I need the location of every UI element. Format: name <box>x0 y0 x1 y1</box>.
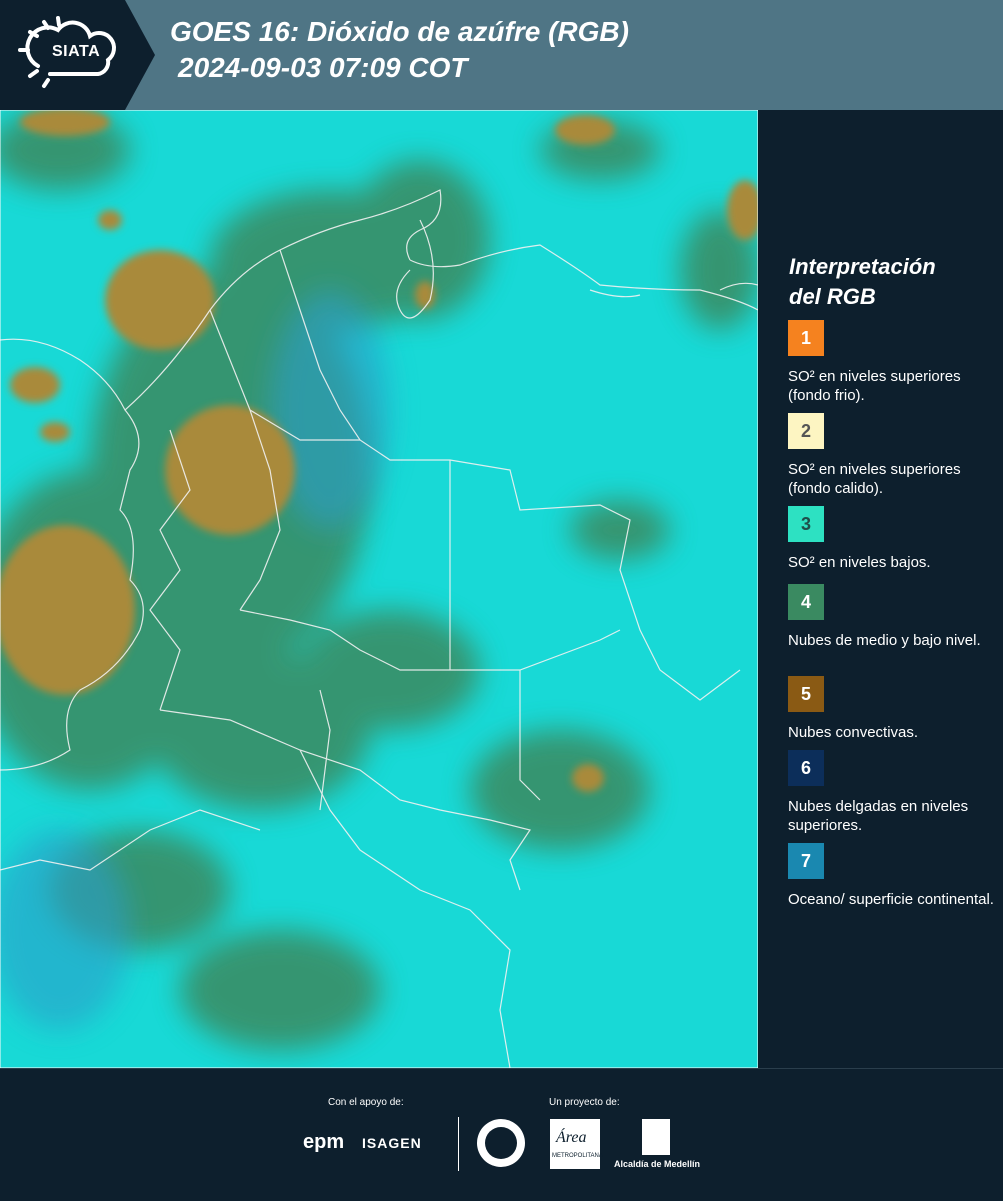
legend-item-7: 7 Oceano/ superficie continental. <box>788 843 998 909</box>
footer: Con el apoyo de: Un proyecto de: epm ISA… <box>0 1068 1003 1201</box>
legend-item-3: 3 SO² en niveles bajos. <box>788 506 998 572</box>
alcaldia-shield-icon <box>642 1119 670 1155</box>
legend-item-2: 2 SO² en niveles superiores (fondo calido… <box>788 413 998 498</box>
legend-label: Nubes de medio y bajo nivel. <box>788 632 981 649</box>
legend-swatch: 4 <box>788 584 824 620</box>
area-metropolitana-logo: Área METROPOLITANA <box>550 1119 603 1169</box>
legend-panel: Interpretación del RGB 1 SO² en niveles s… <box>760 110 1003 1068</box>
legend-swatch: 5 <box>788 676 824 712</box>
legend-label: SO² en niveles superiores (fondo calido)… <box>788 461 961 497</box>
legend-title: Interpretación del RGB <box>789 252 936 312</box>
legend-label: Nubes convectivas. <box>788 724 919 741</box>
legend-item-5: 5 Nubes convectivas. <box>788 676 998 742</box>
legend-swatch: 2 <box>788 413 824 449</box>
project-label: Un proyecto de: <box>549 1097 620 1108</box>
area-logo-sub: METROPOLITANA <box>552 1153 603 1159</box>
legend-swatch: 6 <box>788 750 824 786</box>
legend-item-1: 1 SO² en niveles superiores (fondo frio). <box>788 320 998 405</box>
footer-divider <box>458 1117 459 1171</box>
alcaldia-text: Alcaldía de Medellín <box>614 1159 701 1169</box>
support-label: Con el apoyo de: <box>328 1097 404 1108</box>
satellite-map <box>0 110 758 1068</box>
siata-logo-text: SIATA <box>52 43 101 60</box>
title-line-1: GOES 16: Dióxido de azúfre (RGB) <box>170 16 629 47</box>
legend-swatch: 7 <box>788 843 824 879</box>
map-image <box>0 110 758 1068</box>
legend-label: Nubes delgadas en niveles superiores. <box>788 798 969 834</box>
legend-label: Oceano/ superficie continental. <box>788 891 994 908</box>
area-logo-text: Área <box>556 1129 587 1146</box>
isagen-logo: ISAGEN <box>362 1135 422 1151</box>
legend-item-6: 6 Nubes delgadas en niveles superiores. <box>788 750 998 835</box>
medellin-seal-icon <box>477 1119 525 1167</box>
legend-item-4: 4 Nubes de medio y bajo nivel. <box>788 584 998 650</box>
epm-logo: epm <box>303 1131 345 1153</box>
legend-label: SO² en niveles bajos. <box>788 554 931 571</box>
legend-swatch: 3 <box>788 506 824 542</box>
page-title: GOES 16: Dióxido de azúfre (RGB) 2024-09… <box>170 14 629 86</box>
siata-logo: SIATA <box>0 0 155 110</box>
legend-swatch: 1 <box>788 320 824 356</box>
header: SIATA GOES 16: Dióxido de azúfre (RGB) 2… <box>0 0 1003 110</box>
legend-title-line-1: Interpretación <box>789 254 936 279</box>
legend-label: SO² en niveles superiores (fondo frio). <box>788 368 961 404</box>
legend-title-line-2: del RGB <box>789 284 876 309</box>
title-line-2: 2024-09-03 07:09 COT <box>178 52 468 83</box>
